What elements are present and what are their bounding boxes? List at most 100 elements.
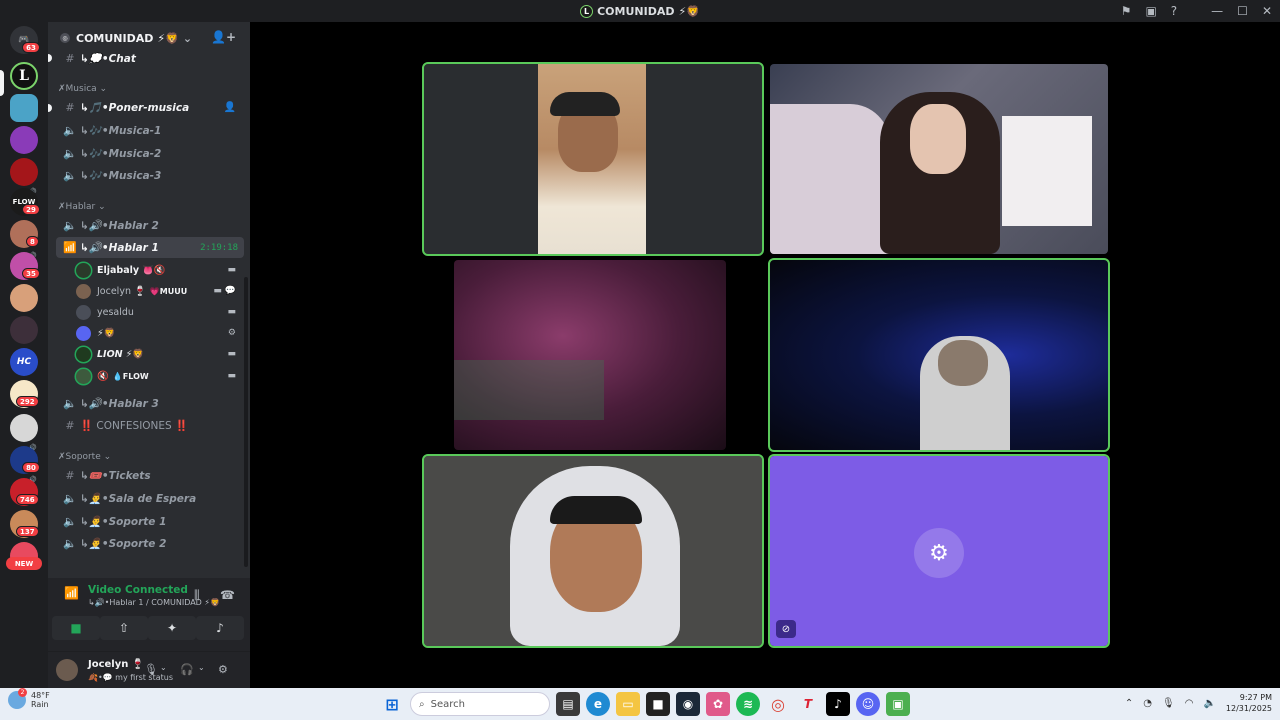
channel-musica-1[interactable]: 🔈 ↳🎶•Musica-1 (56, 120, 244, 141)
video-tile-activity[interactable]: ⚙ ⊘ (768, 454, 1110, 648)
voice-connection-panel: 📶 Video Connected ↳🔊•Hablar 1 / COMUNIDA… (48, 578, 250, 652)
server-badge: 8 (26, 236, 39, 247)
channel-label: ↳👨‍💼•Soporte 2 (80, 538, 167, 550)
file-explorer-icon[interactable]: ▭ (616, 692, 640, 716)
user-name[interactable]: Jocelyn 🍷 (88, 659, 144, 670)
voice-active-icon: 📶 (63, 241, 77, 254)
avatar[interactable] (56, 659, 78, 681)
video-tile-1[interactable] (422, 62, 764, 256)
video-icon: ▬ (227, 307, 236, 317)
unread-indicator (48, 54, 52, 62)
voice-user-name: LION (97, 348, 123, 360)
channel-hablar-1[interactable]: 📶 ↳🔊•Hablar 1 2:19:18 (56, 237, 244, 258)
video-tile-4[interactable] (768, 258, 1110, 452)
channel-soporte-1[interactable]: 🔈 ↳👨‍💼•Soporte 1 (56, 511, 244, 532)
camera-button[interactable]: ■ (52, 616, 100, 640)
category-soporte[interactable]: ✗Soporte ⌄ (58, 452, 111, 462)
task-view-icon[interactable]: ▤ (556, 692, 580, 716)
system-tray: ⌃ ◔ 🎙 ◠ 🔈 9:27 PM 12/31/2025 (1125, 692, 1272, 714)
microphone-icon[interactable]: 🎙 (1162, 698, 1175, 709)
wifi-icon[interactable]: ◠ (1185, 698, 1194, 709)
video-grid: ⚙ ⊘ (250, 22, 1280, 688)
channel-musica-2[interactable]: 🔈 ↳🎶•Musica-2 (56, 143, 244, 164)
voice-user[interactable]: Jocelyn 🍷 💗MUUU ▬ 💬 (76, 281, 244, 301)
server-comunidad-icon[interactable]: L (10, 62, 38, 90)
connection-status[interactable]: Video Connected (88, 584, 188, 596)
channel-sala-de-espera[interactable]: 🔈 ↳👨‍💼•Sala de Espera (56, 488, 244, 509)
voice-user[interactable]: LION ⚡🦁 ▬ (76, 344, 244, 364)
volume-icon[interactable]: 🔈 (1203, 698, 1215, 709)
channel-soporte-2[interactable]: 🔈 ↳👨‍💼•Soporte 2 (56, 533, 244, 554)
category-musica[interactable]: ✗Musica ⌄ (58, 84, 107, 94)
weather-widget[interactable]: 2 48°F Rain (8, 688, 50, 709)
voice-user[interactable]: Eljabaly 👅🔇 ▬ (76, 260, 244, 280)
inbox-icon[interactable]: ⚑ (1121, 4, 1132, 18)
activity-icon: ⚙ (227, 328, 236, 338)
close-button[interactable]: ✕ (1262, 4, 1272, 18)
spotify-icon[interactable]: ≋ (736, 692, 760, 716)
help-icon[interactable]: ? (1171, 4, 1177, 18)
server-icon-12[interactable] (10, 414, 38, 442)
app-icon-green[interactable]: ▣ (886, 692, 910, 716)
minimize-button[interactable]: — (1211, 4, 1223, 18)
server-icon-2[interactable] (10, 94, 38, 122)
windows-start-icon[interactable]: ⊞ (380, 692, 404, 716)
clock[interactable]: 9:27 PM 12/31/2025 (1226, 692, 1272, 714)
video-tile-2[interactable] (770, 64, 1108, 254)
window-title: L COMUNIDAD ⚡🦁 (580, 4, 700, 18)
voice-user[interactable]: 🔇 💧FLOW ▬ (76, 366, 244, 386)
video-icon: ▬ 💬 (213, 286, 236, 296)
category-hablar[interactable]: ✗Hablar ⌄ (58, 202, 106, 212)
voice-user[interactable]: yesaldu ▬ (76, 302, 244, 322)
channel-chat[interactable]: # ↳💭•Chat (56, 48, 244, 69)
activities-button[interactable]: ✦ (148, 616, 196, 640)
face-shape (938, 340, 988, 386)
headphones-icon[interactable]: 🎧 (180, 663, 194, 676)
chrome-icon[interactable]: ◎ (766, 692, 790, 716)
taskbar-search[interactable]: ⌕ Search (410, 692, 550, 716)
window-icon[interactable]: ▣ (1145, 4, 1156, 18)
voice-user[interactable]: ⚡🦁 ⚙ (76, 323, 244, 343)
channel-confesiones[interactable]: # ‼️ CONFESIONES ‼️ (56, 415, 244, 436)
channel-hablar-2[interactable]: 🔈 ↳🔊•Hablar 2 (56, 215, 244, 236)
network-icon[interactable]: ◔ (1143, 698, 1152, 709)
channel-hablar-3[interactable]: 🔈 ↳🔊•Hablar 3 (56, 393, 244, 414)
weather-icon: 2 (8, 688, 27, 709)
channel-musica-3[interactable]: 🔈 ↳🎶•Musica-3 (56, 165, 244, 186)
chevron-down-icon[interactable]: ⌄ (198, 663, 205, 672)
server-icon-4[interactable] (10, 158, 38, 186)
maximize-button[interactable]: ☐ (1237, 4, 1248, 18)
server-icon-9[interactable] (10, 316, 38, 344)
copilot-icon[interactable]: ✿ (706, 692, 730, 716)
noise-suppression-icon[interactable]: ⫼ (194, 588, 200, 603)
channel-sidebar: ◎ COMUNIDAD ⚡🦁 ⌄ 👤+ # ↳💭•Chat ✗Musica ⌄ … (48, 22, 250, 688)
disconnect-icon[interactable]: ☎ (220, 588, 235, 602)
server-icon-3[interactable] (10, 126, 38, 154)
soundboard-button[interactable]: ♪ (196, 616, 244, 640)
cap-shape (550, 92, 620, 116)
discord-icon[interactable]: ☺ (856, 692, 880, 716)
app-icon-t[interactable]: T (796, 692, 820, 716)
invite-people-icon[interactable]: 👤+ (211, 30, 236, 44)
microphone-icon[interactable]: 🎙 (144, 663, 158, 676)
channel-poner-musica[interactable]: # ↳🎵•Poner-musica 👤 (56, 97, 244, 118)
server-hc-icon[interactable]: HC (10, 348, 38, 376)
app-icon-dark[interactable]: ■ (646, 692, 670, 716)
steam-icon[interactable]: ◉ (676, 692, 700, 716)
scrollbar[interactable] (244, 277, 248, 567)
video-tile-3[interactable] (454, 260, 726, 450)
channel-label: ↳🎶•Musica-1 (80, 125, 162, 137)
chevron-up-icon[interactable]: ⌃ (1125, 698, 1133, 709)
chevron-down-icon[interactable]: ⌄ (160, 663, 167, 672)
video-tile-5[interactable] (422, 454, 764, 648)
category-label: Musica (65, 84, 97, 94)
screen-share-button[interactable]: ⇧ (100, 616, 148, 640)
create-invite-icon[interactable]: 👤 (224, 102, 236, 113)
tiktok-icon[interactable]: ♪ (826, 692, 850, 716)
server-icon-8[interactable] (10, 284, 38, 312)
settings-gear-icon[interactable]: ⚙ (218, 663, 228, 676)
connection-channel[interactable]: ↳🔊•Hablar 1 / COMUNIDAD ⚡🦁 (88, 598, 220, 607)
channel-label: ↳🎟️•Tickets (80, 470, 151, 482)
edge-icon[interactable]: e (586, 692, 610, 716)
channel-tickets[interactable]: # ↳🎟️•Tickets (56, 465, 244, 486)
